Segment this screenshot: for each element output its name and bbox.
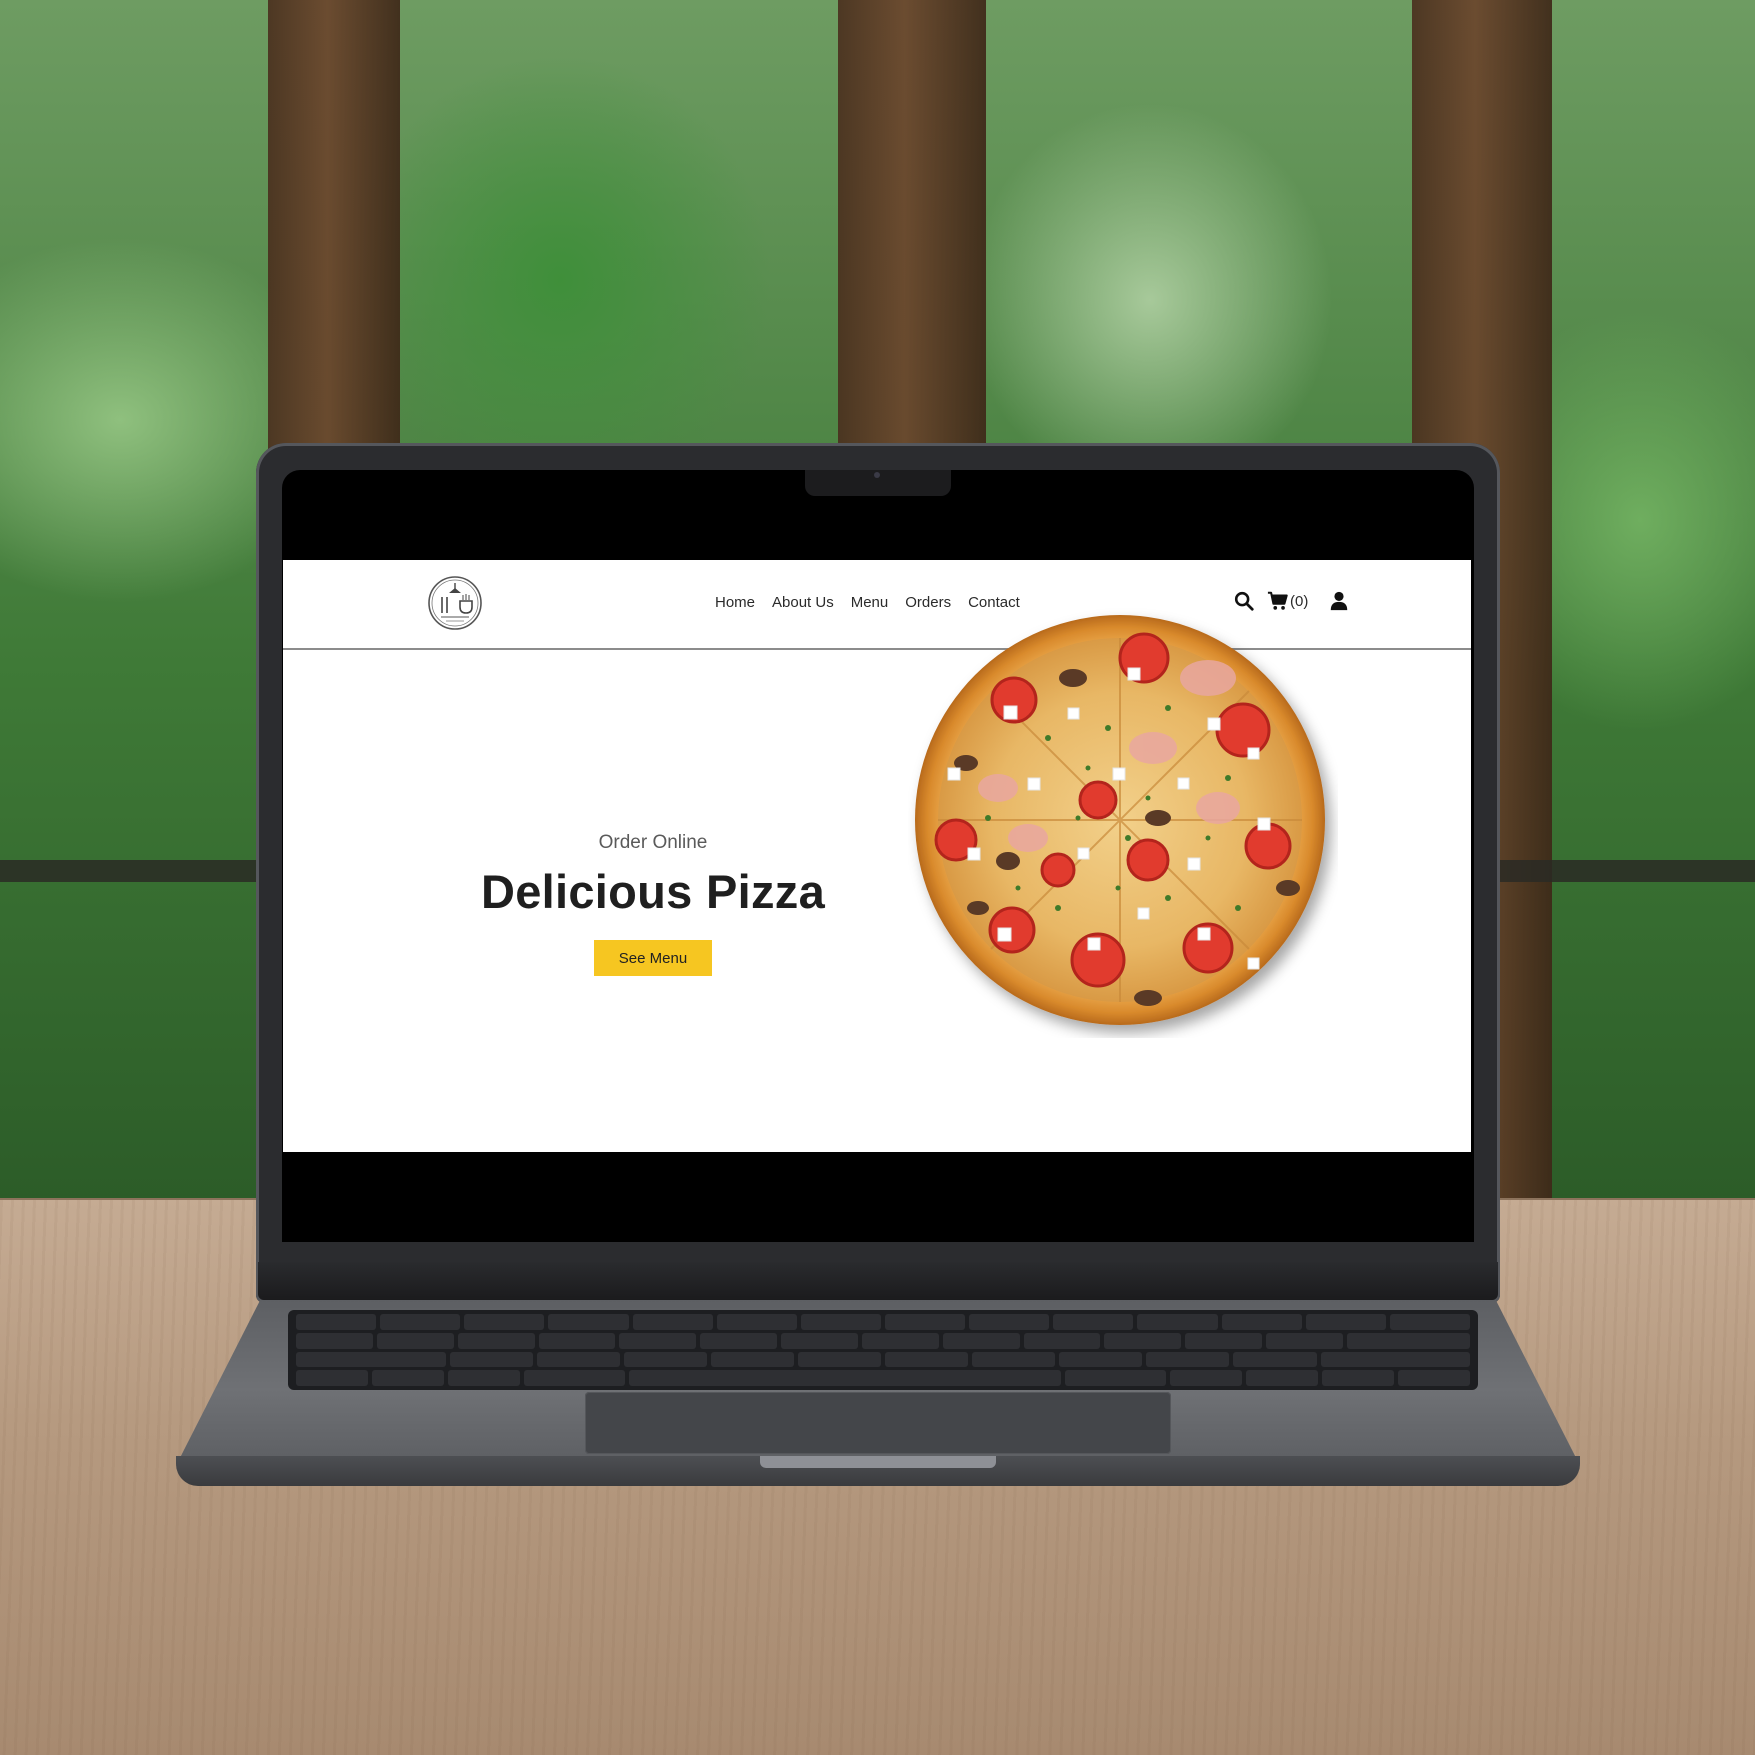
laptop-screen: Home About Us Menu Orders Contact (0) Or… [283, 560, 1471, 1152]
camera-icon [874, 472, 880, 478]
laptop-hinge [258, 1262, 1498, 1300]
restaurant-logo-icon[interactable] [427, 575, 483, 631]
nav-about-us[interactable]: About Us [772, 594, 834, 611]
laptop-front-lip [760, 1456, 996, 1468]
hero-title: Delicious Pizza [480, 865, 826, 918]
cart-count: (0) [1290, 592, 1309, 610]
pizza-image [915, 615, 1325, 1025]
nav-menu[interactable]: Menu [851, 594, 889, 611]
trackpad [585, 1392, 1171, 1454]
see-menu-button[interactable]: See Menu [594, 940, 712, 976]
keyboard [288, 1310, 1478, 1390]
hero-subtitle: Order Online [598, 832, 708, 853]
screen-black-area [283, 1152, 1471, 1242]
nav-home[interactable]: Home [715, 594, 755, 611]
